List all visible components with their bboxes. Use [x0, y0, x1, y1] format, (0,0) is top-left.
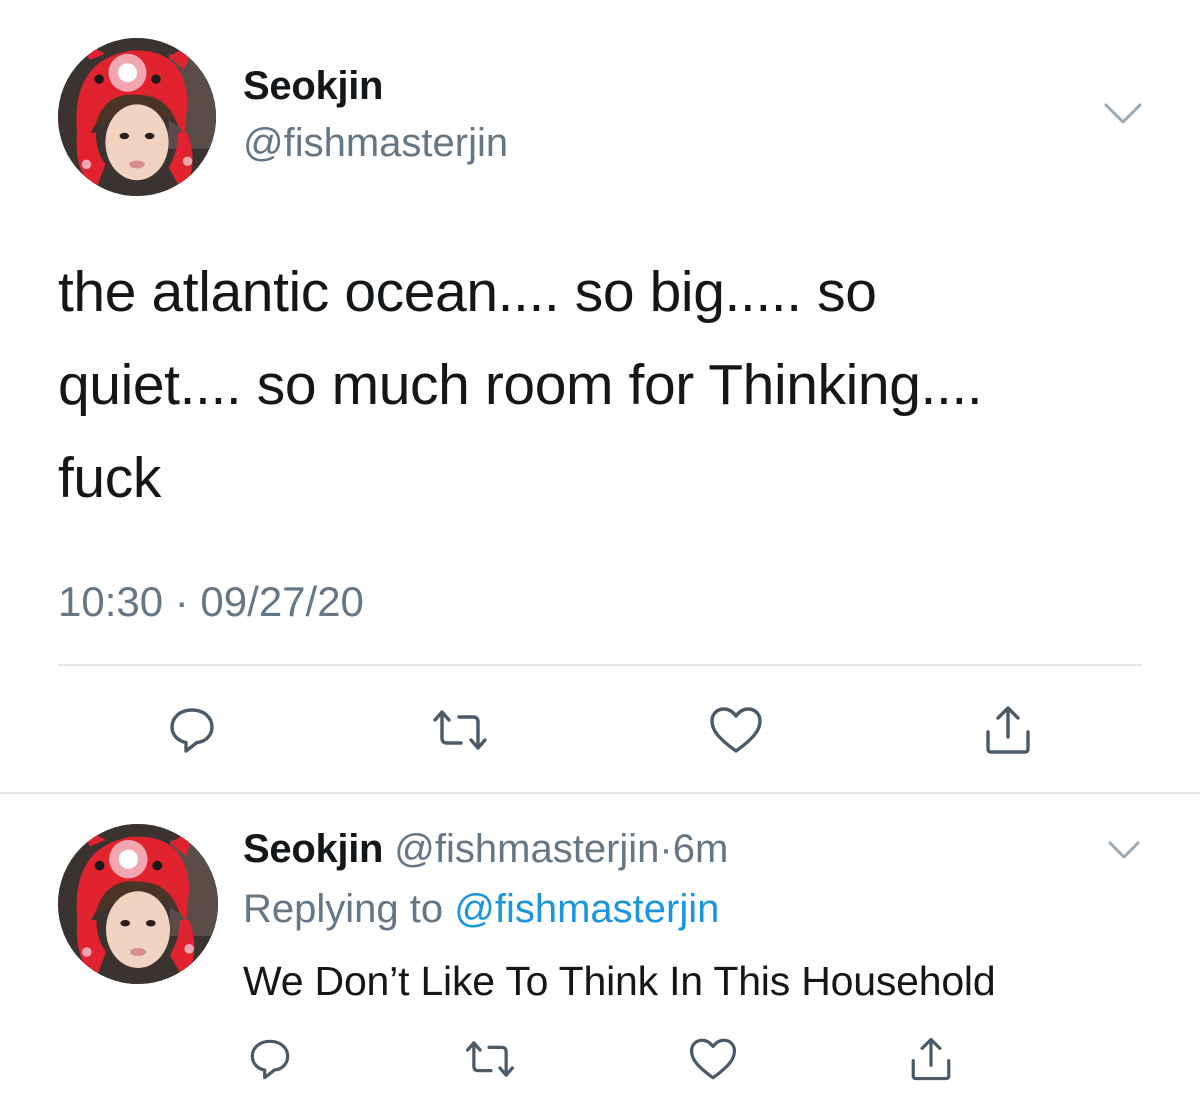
- avatar-image: [58, 824, 218, 984]
- author-name[interactable]: Seokjin: [243, 64, 383, 109]
- share-button[interactable]: [904, 1032, 958, 1086]
- like-button[interactable]: [706, 700, 766, 760]
- replying-to-line: Replying to @fishmasterjin: [243, 887, 719, 932]
- like-icon: [710, 707, 762, 753]
- share-icon: [911, 1037, 951, 1081]
- tweet-timestamp[interactable]: 10:30 · 09/27/20: [58, 578, 364, 626]
- tweet-text: the atlantic ocean.... so big..... so qu…: [58, 260, 983, 510]
- like-icon: [689, 1038, 737, 1080]
- main-tweet: Seokjin @fishmasterjin the atlantic ocea…: [0, 0, 1200, 793]
- retweet-button[interactable]: [430, 700, 490, 760]
- reply-button[interactable]: [162, 700, 222, 760]
- reply-icon: [170, 708, 214, 753]
- reply-icon: [250, 1039, 290, 1080]
- retweet-icon: [465, 1041, 515, 1077]
- share-icon: [986, 706, 1030, 754]
- reply-header: Seokjin @fishmasterjin·6m: [243, 827, 728, 872]
- share-button[interactable]: [978, 700, 1038, 760]
- replying-to-link[interactable]: @fishmasterjin: [454, 887, 719, 931]
- author-handle[interactable]: @fishmasterjin: [243, 121, 508, 166]
- divider: [58, 664, 1142, 666]
- separator: ·: [659, 827, 673, 871]
- chevron-down-icon[interactable]: [1103, 100, 1143, 128]
- chevron-down-icon[interactable]: [1107, 838, 1141, 862]
- author-name[interactable]: Seokjin: [243, 827, 383, 871]
- reply-button[interactable]: [243, 1032, 297, 1086]
- avatar[interactable]: [58, 824, 218, 984]
- retweet-icon: [433, 710, 487, 750]
- avatar[interactable]: [58, 38, 216, 196]
- relative-time[interactable]: 6m: [673, 827, 729, 871]
- retweet-button[interactable]: [463, 1032, 517, 1086]
- author-handle[interactable]: @fishmasterjin: [394, 827, 659, 871]
- reply-text: We Don’t Like To Think In This Household: [243, 958, 996, 1004]
- tweet-separator: [0, 792, 1200, 794]
- like-button[interactable]: [686, 1032, 740, 1086]
- avatar-image: [58, 38, 216, 196]
- replying-label: Replying to: [243, 887, 444, 931]
